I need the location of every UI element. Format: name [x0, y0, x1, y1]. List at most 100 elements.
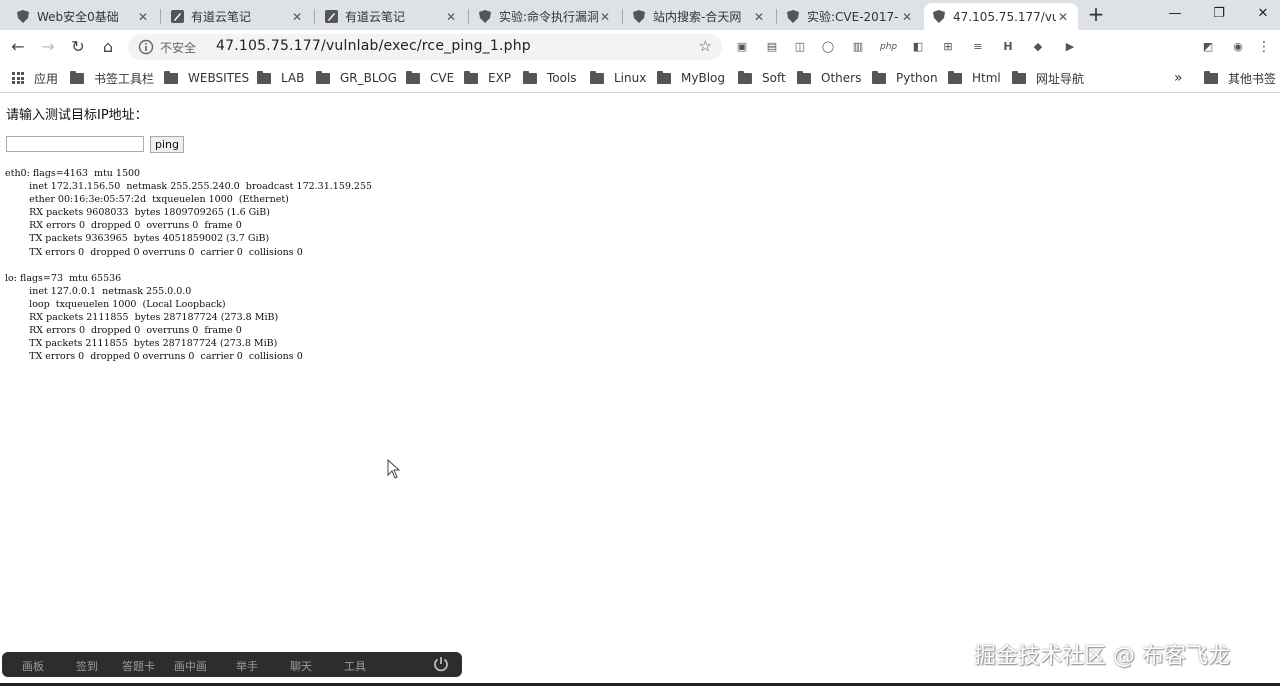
bookmark-folder[interactable]: 书签工具栏 [70, 70, 154, 86]
close-icon[interactable]: ✕ [444, 10, 458, 24]
bookmark-folder[interactable]: Soft [738, 70, 786, 86]
close-window-button[interactable]: ✕ [1248, 4, 1278, 24]
bookmark-other[interactable]: 其他书签 [1204, 70, 1276, 86]
dock-item-tools[interactable]: 工具 [344, 658, 366, 674]
dock-item-raise-hand[interactable]: 举手 [236, 658, 258, 674]
tab-site-search[interactable]: 站内搜索-合天网 ✕ [624, 3, 774, 30]
bookmark-folder[interactable]: Linux [590, 70, 646, 86]
folder-icon [523, 70, 537, 84]
folder-icon [164, 70, 178, 84]
back-button[interactable]: ← [8, 37, 28, 57]
tab-label: 实验:CVE-2017- [807, 10, 899, 24]
tab-strip: Web安全0基础 ✕ 有道云笔记 ✕ 有道云笔记 ✕ 实验:命令执行漏洞 ✕ 站… [0, 0, 1280, 30]
forward-button[interactable]: → [38, 37, 58, 57]
bookmark-apps[interactable]: 应用 [12, 70, 58, 86]
ip-input[interactable] [6, 136, 144, 152]
close-icon[interactable]: ✕ [752, 10, 766, 24]
extension-icon[interactable]: ▥ [850, 39, 866, 55]
bookmark-label: MyBlog [681, 71, 725, 85]
reload-button[interactable]: ↻ [68, 37, 88, 57]
bookmark-label: Html [972, 71, 1001, 85]
mouse-cursor-icon [387, 459, 401, 479]
bookmark-folder[interactable]: 网址导航 [1012, 70, 1084, 86]
tab-youdao-1[interactable]: 有道云笔记 ✕ [162, 3, 312, 30]
command-output: eth0: flags=4163 mtu 1500 inet 172.31.15… [5, 168, 373, 363]
extension-icon[interactable]: ◯ [820, 39, 836, 55]
dock-item-pip[interactable]: 画中画 [174, 658, 207, 674]
extension-icon[interactable]: ◉ [1230, 39, 1246, 55]
extension-icon[interactable]: ▶ [1062, 39, 1078, 55]
bookmark-label: Linux [614, 71, 647, 85]
dock-item-whiteboard[interactable]: 画板 [22, 658, 44, 674]
not-secure-label: 不安全 [160, 41, 197, 55]
tab-youdao-2[interactable]: 有道云笔记 ✕ [316, 3, 466, 30]
new-tab-button[interactable]: + [1086, 4, 1106, 24]
extension-icon[interactable]: ◫ [792, 39, 808, 55]
bookmark-folder[interactable]: Tools [523, 70, 577, 86]
close-icon[interactable]: ✕ [598, 10, 612, 24]
browser-toolbar: ← → ↻ ⌂ 不安全 47.105.75.177/vulnlab/exec/r… [0, 30, 1280, 64]
tab-separator [776, 9, 777, 24]
bookmark-folder[interactable]: Python [872, 70, 938, 86]
bookmark-label: Others [821, 71, 862, 85]
tab-label: 有道云笔记 [345, 10, 406, 24]
dock-item-checkin[interactable]: 签到 [76, 658, 98, 674]
bookmark-folder[interactable]: EXP [464, 70, 511, 86]
folder-icon [948, 70, 962, 84]
ip-prompt-label: 请输入测试目标IP地址： [6, 108, 148, 123]
bookmark-label: Soft [762, 71, 786, 85]
bookmark-folder[interactable]: GR_BLOG [316, 70, 397, 86]
tab-separator [468, 9, 469, 24]
note-icon [170, 10, 184, 24]
bookmarks-more-button[interactable]: » [1174, 70, 1183, 86]
shield-icon [786, 10, 800, 24]
url-text[interactable]: 47.105.75.177/vulnlab/exec/rce_ping_1.ph… [216, 38, 531, 54]
address-bar[interactable]: 不安全 47.105.75.177/vulnlab/exec/rce_ping_… [128, 34, 722, 60]
extension-icon[interactable]: ◧ [910, 39, 926, 55]
extension-icon[interactable]: ▤ [764, 39, 780, 55]
bookmark-label: GR_BLOG [340, 71, 397, 85]
folder-icon [406, 70, 420, 84]
bookmark-folder[interactable]: Others [797, 70, 861, 86]
bookmark-folder[interactable]: WEBSITES [164, 70, 249, 86]
bookmark-folder[interactable]: LAB [257, 70, 304, 86]
home-button[interactable]: ⌂ [98, 37, 118, 57]
extension-icon[interactable]: ⊞ [940, 39, 956, 55]
folder-icon [464, 70, 478, 84]
bookmark-folder[interactable]: Html [948, 70, 1001, 86]
minimize-button[interactable]: — [1160, 4, 1190, 24]
extension-icon[interactable]: ◆ [1030, 39, 1046, 55]
folder-icon [738, 70, 752, 84]
folder-icon [1012, 70, 1026, 84]
apps-icon [12, 72, 24, 84]
tab-rce-lab[interactable]: 实验:命令执行漏洞 ✕ [470, 3, 620, 30]
note-icon [324, 10, 338, 24]
close-icon[interactable]: ✕ [290, 10, 304, 24]
power-icon[interactable] [432, 655, 450, 673]
tab-label: Web安全0基础 [37, 10, 119, 24]
star-icon[interactable]: ☆ [699, 37, 712, 55]
tab-cve-lab[interactable]: 实验:CVE-2017- ✕ [778, 3, 922, 30]
tab-web-security[interactable]: Web安全0基础 ✕ [8, 3, 158, 30]
php-extension-icon[interactable]: php [880, 39, 897, 55]
extension-icon[interactable]: H [1000, 39, 1016, 55]
bookmarks-bar: 应用 书签工具栏 WEBSITES LAB GR_BLOG CVE EXP To… [0, 64, 1280, 93]
ping-button[interactable]: ping [150, 136, 184, 153]
close-icon[interactable]: ✕ [136, 10, 150, 24]
dock-item-answer-card[interactable]: 答题卡 [122, 658, 155, 674]
tab-vulnlab-active[interactable]: 47.105.75.177/vu ✕ [924, 3, 1078, 30]
extension-icon[interactable]: ◩ [1200, 39, 1216, 55]
bookmark-label: WEBSITES [188, 71, 250, 85]
extension-icon[interactable]: ≡ [970, 39, 986, 55]
menu-icon[interactable]: ⋮ [1256, 39, 1272, 55]
folder-icon [70, 70, 84, 84]
dock-item-chat[interactable]: 聊天 [290, 658, 312, 674]
restore-button[interactable]: ❐ [1204, 4, 1234, 24]
close-icon[interactable]: ✕ [900, 10, 914, 24]
tab-separator [622, 9, 623, 24]
info-icon[interactable] [138, 39, 154, 55]
close-icon[interactable]: ✕ [1056, 10, 1070, 24]
extension-icon[interactable]: ▣ [734, 39, 750, 55]
bookmark-folder[interactable]: MyBlog [657, 70, 725, 86]
bookmark-folder[interactable]: CVE [406, 70, 454, 86]
